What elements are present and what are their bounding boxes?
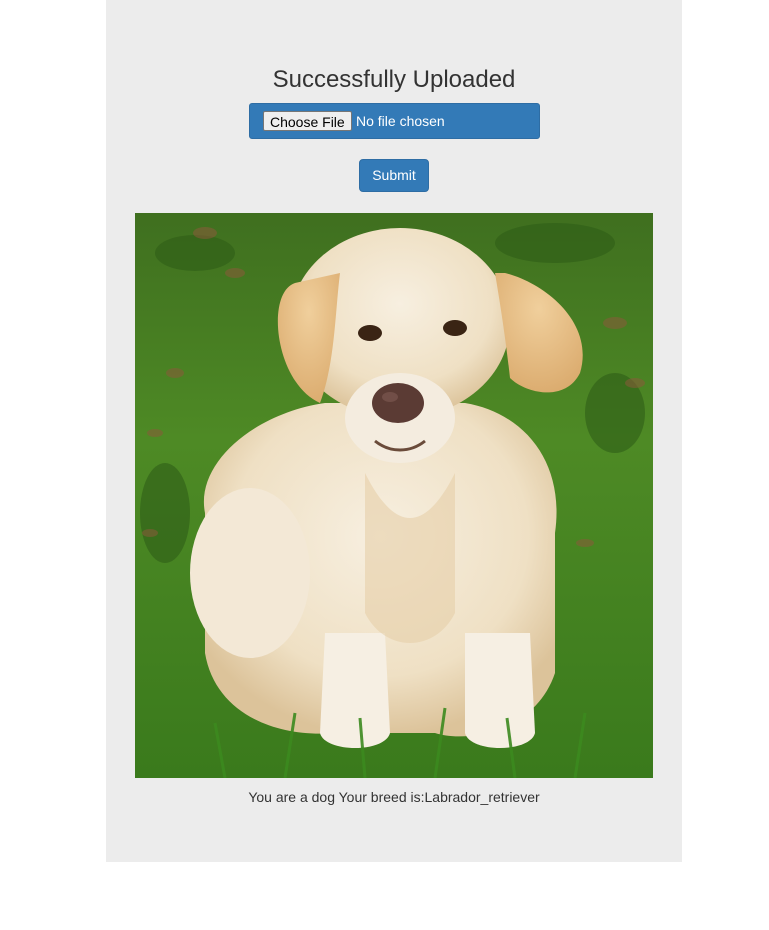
file-status-text: No file chosen <box>356 113 445 129</box>
content-panel: Successfully Uploaded Choose File No fil… <box>106 0 682 862</box>
uploaded-dog-image <box>135 213 653 778</box>
prediction-result: You are a dog Your breed is:Labrador_ret… <box>248 789 540 805</box>
page-title: Successfully Uploaded <box>272 66 516 93</box>
file-input[interactable]: Choose File No file chosen <box>249 103 540 139</box>
choose-file-button[interactable]: Choose File <box>263 111 352 131</box>
submit-button[interactable]: Submit <box>359 159 429 192</box>
